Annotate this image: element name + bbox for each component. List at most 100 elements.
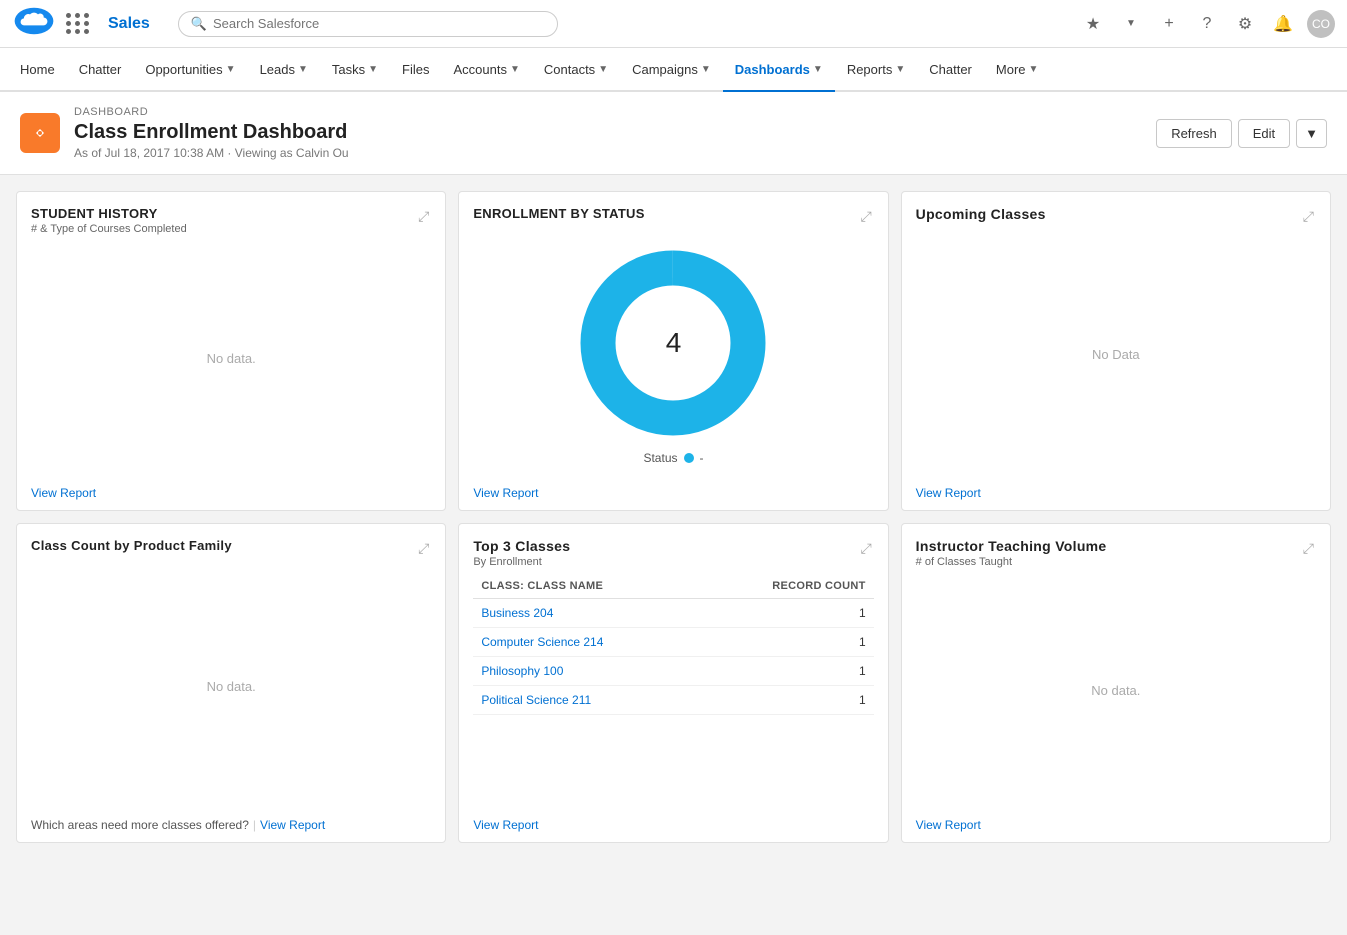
widget-header-student-history: STUDENT HISTORY # & Type of Courses Comp…: [17, 192, 445, 241]
widget-header-instructor: Instructor Teaching Volume # of Classes …: [902, 524, 1330, 574]
settings-button[interactable]: ⚙: [1231, 10, 1259, 38]
widget-title-class-count: Class Count by Product Family: [31, 538, 232, 553]
nav-item-tasks[interactable]: Tasks ▼: [320, 48, 390, 92]
add-button[interactable]: +: [1155, 10, 1183, 38]
donut-chart-container: 4 Status -: [473, 243, 873, 465]
more-actions-button[interactable]: ▼: [1296, 119, 1327, 148]
widget-body-enrollment: 4 Status -: [459, 233, 887, 475]
widget-body-upcoming: No Data: [902, 233, 1330, 475]
search-icon: 🔍: [191, 16, 207, 32]
record-count-cell: 1: [697, 686, 874, 715]
refresh-button[interactable]: Refresh: [1156, 119, 1232, 148]
donut-chart: 4: [573, 243, 773, 443]
dashboard-header: DASHBOARD Class Enrollment Dashboard As …: [0, 92, 1347, 175]
nav-label-files: Files: [402, 62, 429, 77]
nav-item-contacts[interactable]: Contacts ▼: [532, 48, 620, 92]
view-report-link-enrollment[interactable]: View Report: [473, 486, 538, 500]
dashboard-icon: [20, 113, 60, 153]
widget-body-top3: CLASS: CLASS NAME RECORD COUNT Business …: [459, 574, 887, 807]
search-input[interactable]: [213, 16, 545, 31]
nav-item-files[interactable]: Files: [390, 48, 441, 92]
table-row: Political Science 211 1: [473, 686, 873, 715]
donut-legend: Status -: [643, 451, 703, 465]
edit-button[interactable]: Edit: [1238, 119, 1290, 148]
table-row: Philosophy 100 1: [473, 657, 873, 686]
class-name-link[interactable]: Philosophy 100: [481, 664, 563, 678]
class-name-cell: Business 204: [473, 599, 696, 628]
chevron-down-icon: ▼: [701, 64, 711, 75]
nav-label-dashboards: Dashboards: [735, 62, 810, 77]
expand-icon[interactable]: ⤢: [1301, 538, 1316, 559]
widget-footer-student-history: View Report: [17, 475, 445, 510]
search-box: 🔍: [178, 11, 558, 37]
view-report-link-student-history[interactable]: View Report: [31, 486, 96, 500]
view-report-link-upcoming[interactable]: View Report: [916, 486, 981, 500]
chevron-down-icon: ▼: [510, 64, 520, 75]
no-data-label: No Data: [1092, 347, 1140, 362]
chevron-down-icon: ▼: [226, 64, 236, 75]
nav-item-accounts[interactable]: Accounts ▼: [441, 48, 531, 92]
widget-subtitle-instructor: # of Classes Taught: [916, 556, 1107, 568]
legend-label: Status: [643, 451, 677, 465]
class-name-link[interactable]: Computer Science 214: [481, 635, 603, 649]
nav-item-opportunities[interactable]: Opportunities ▼: [133, 48, 247, 92]
table-row: Business 204 1: [473, 599, 873, 628]
classes-table: CLASS: CLASS NAME RECORD COUNT Business …: [473, 574, 873, 715]
nav-item-chatter2[interactable]: Chatter: [917, 48, 984, 92]
chevron-down-icon: ▼: [598, 64, 608, 75]
record-count-cell: 1: [697, 657, 874, 686]
top-bar: Sales 🔍 ★ ▼ + ? ⚙ 🔔 CO: [0, 0, 1347, 48]
table-header-row: CLASS: CLASS NAME RECORD COUNT: [473, 574, 873, 599]
notifications-button[interactable]: 🔔: [1269, 10, 1297, 38]
widget-upcoming-classes: Upcoming Classes ⤢ No Data View Report: [901, 191, 1331, 511]
favorites-chevron[interactable]: ▼: [1117, 10, 1145, 38]
nav-label-tasks: Tasks: [332, 62, 365, 77]
class-name-link[interactable]: Political Science 211: [481, 693, 591, 707]
nav-item-campaigns[interactable]: Campaigns ▼: [620, 48, 723, 92]
class-name-cell: Political Science 211: [473, 686, 696, 715]
widget-title-top3: Top 3 Classes: [473, 538, 570, 554]
col-record-count: RECORD COUNT: [697, 574, 874, 599]
nav-label-leads: Leads: [260, 62, 295, 77]
widget-body-student-history: No data.: [17, 241, 445, 475]
widget-body-class-count: No data.: [17, 565, 445, 808]
nav-label-home: Home: [20, 62, 55, 77]
nav-item-home[interactable]: Home: [8, 48, 67, 92]
class-name-link[interactable]: Business 204: [481, 606, 553, 620]
nav-label-opportunities: Opportunities: [145, 62, 222, 77]
nav-item-chatter[interactable]: Chatter: [67, 48, 134, 92]
app-name[interactable]: Sales: [108, 15, 150, 33]
widget-footer-enrollment: View Report: [459, 475, 887, 510]
legend-dash: -: [700, 451, 704, 465]
nav-item-leads[interactable]: Leads ▼: [248, 48, 320, 92]
expand-icon[interactable]: ⤢: [416, 538, 431, 559]
widget-title-area: STUDENT HISTORY # & Type of Courses Comp…: [31, 206, 187, 235]
col-class-name: CLASS: CLASS NAME: [473, 574, 696, 599]
widget-top3-classes: Top 3 Classes By Enrollment ⤢ CLASS: CLA…: [458, 523, 888, 843]
view-report-link-top3[interactable]: View Report: [473, 818, 538, 832]
view-report-link-instructor[interactable]: View Report: [916, 818, 981, 832]
class-name-cell: Philosophy 100: [473, 657, 696, 686]
app-launcher[interactable]: [56, 13, 100, 34]
nav-item-reports[interactable]: Reports ▼: [835, 48, 917, 92]
chevron-down-icon: ▼: [895, 64, 905, 75]
widget-header-class-count: Class Count by Product Family ⤢: [17, 524, 445, 565]
breadcrumb: DASHBOARD: [74, 106, 349, 118]
expand-icon[interactable]: ⤢: [858, 206, 873, 227]
class-name-cell: Computer Science 214: [473, 628, 696, 657]
widget-subtitle-top3: By Enrollment: [473, 556, 570, 568]
chevron-down-icon: ▼: [298, 64, 308, 75]
salesforce-logo[interactable]: [12, 6, 48, 42]
widget-footer-upcoming: View Report: [902, 475, 1330, 510]
help-button[interactable]: ?: [1193, 10, 1221, 38]
expand-icon[interactable]: ⤢: [416, 206, 431, 227]
expand-icon[interactable]: ⤢: [1301, 206, 1316, 227]
view-report-link-class-count[interactable]: View Report: [260, 818, 325, 832]
widget-enrollment-status: Enrollment by Status ⤢ 4 Status -: [458, 191, 888, 511]
nav-item-more[interactable]: More ▼: [984, 48, 1051, 92]
donut-center-value: 4: [666, 327, 682, 359]
nav-item-dashboards[interactable]: Dashboards ▼: [723, 48, 835, 92]
favorites-button[interactable]: ★: [1079, 10, 1107, 38]
avatar[interactable]: CO: [1307, 10, 1335, 38]
expand-icon[interactable]: ⤢: [858, 538, 873, 559]
